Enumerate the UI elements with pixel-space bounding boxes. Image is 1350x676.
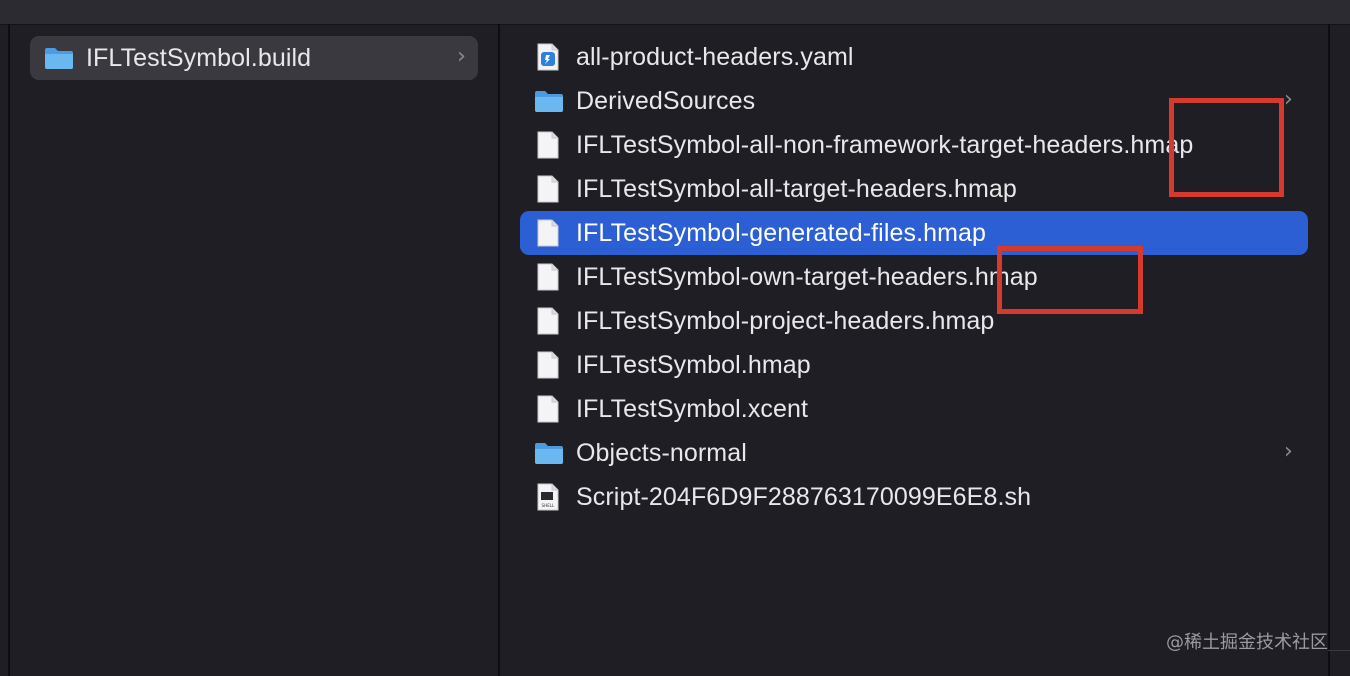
document-icon: [537, 395, 559, 423]
column-divider[interactable]: [1328, 24, 1330, 676]
scrollbar-track[interactable]: [1328, 650, 1350, 651]
file-name: Script-204F6D9F288763170099E6E8.sh: [576, 482, 1032, 511]
finder-window: IFLTestSymbol.build › all-product-header…: [0, 0, 1350, 676]
file-list-item[interactable]: Objects-normal: [520, 431, 1308, 475]
file-list-item[interactable]: SHELL Script-204F6D9F288763170099E6E8.sh: [520, 475, 1308, 519]
document-icon: [537, 175, 559, 203]
file-name: IFLTestSymbol.hmap: [576, 350, 811, 379]
file-list-item[interactable]: IFLTestSymbol.hmap: [520, 343, 1308, 387]
shell-script-icon: SHELL: [537, 483, 559, 511]
folder-icon: [534, 89, 564, 113]
chevron-right-icon: ›: [1284, 439, 1293, 464]
file-list-item[interactable]: IFLTestSymbol-project-headers.hmap: [520, 299, 1308, 343]
folder-icon: [534, 441, 564, 465]
file-name: all-product-headers.yaml: [576, 42, 854, 71]
folder-row-build[interactable]: IFLTestSymbol.build ›: [30, 36, 478, 80]
watermark: @稀土掘金技术社区: [1166, 632, 1328, 653]
file-name: IFLTestSymbol-generated-files.hmap: [576, 218, 987, 247]
file-name: IFLTestSymbol.xcent: [576, 394, 809, 423]
document-icon: [537, 263, 559, 291]
document-icon: [537, 219, 559, 247]
parent-column: IFLTestSymbol.build ›: [10, 25, 498, 676]
yaml-file-icon: [537, 43, 559, 71]
file-list-item[interactable]: IFLTestSymbol-own-target-headers.hmap: [520, 255, 1308, 299]
window-toolbar: [0, 0, 1350, 25]
file-name: IFLTestSymbol-project-headers.hmap: [576, 306, 995, 335]
document-icon: [537, 351, 559, 379]
file-name: IFLTestSymbol-own-target-headers.hmap: [576, 262, 1038, 291]
file-name: IFLTestSymbol-all-non-framework-target-h…: [576, 130, 1194, 159]
chevron-right-icon: ›: [1284, 87, 1293, 112]
file-name: IFLTestSymbol-all-target-headers.hmap: [576, 174, 1017, 203]
annotation-highlight-box: [997, 246, 1143, 314]
file-name: DerivedSources: [576, 86, 756, 115]
document-icon: [537, 307, 559, 335]
folder-icon: [44, 46, 74, 70]
file-name: Objects-normal: [576, 438, 747, 467]
folder-name: IFLTestSymbol.build: [86, 43, 312, 72]
file-list-item[interactable]: IFLTestSymbol.xcent: [520, 387, 1308, 431]
annotation-highlight-box: [1169, 98, 1284, 197]
chevron-right-icon: ›: [457, 44, 466, 69]
file-list-item[interactable]: all-product-headers.yaml: [520, 35, 1308, 79]
shell-icon-label: SHELL: [541, 503, 555, 508]
file-list-item[interactable]: IFLTestSymbol-generated-files.hmap: [520, 211, 1308, 255]
document-icon: [537, 131, 559, 159]
